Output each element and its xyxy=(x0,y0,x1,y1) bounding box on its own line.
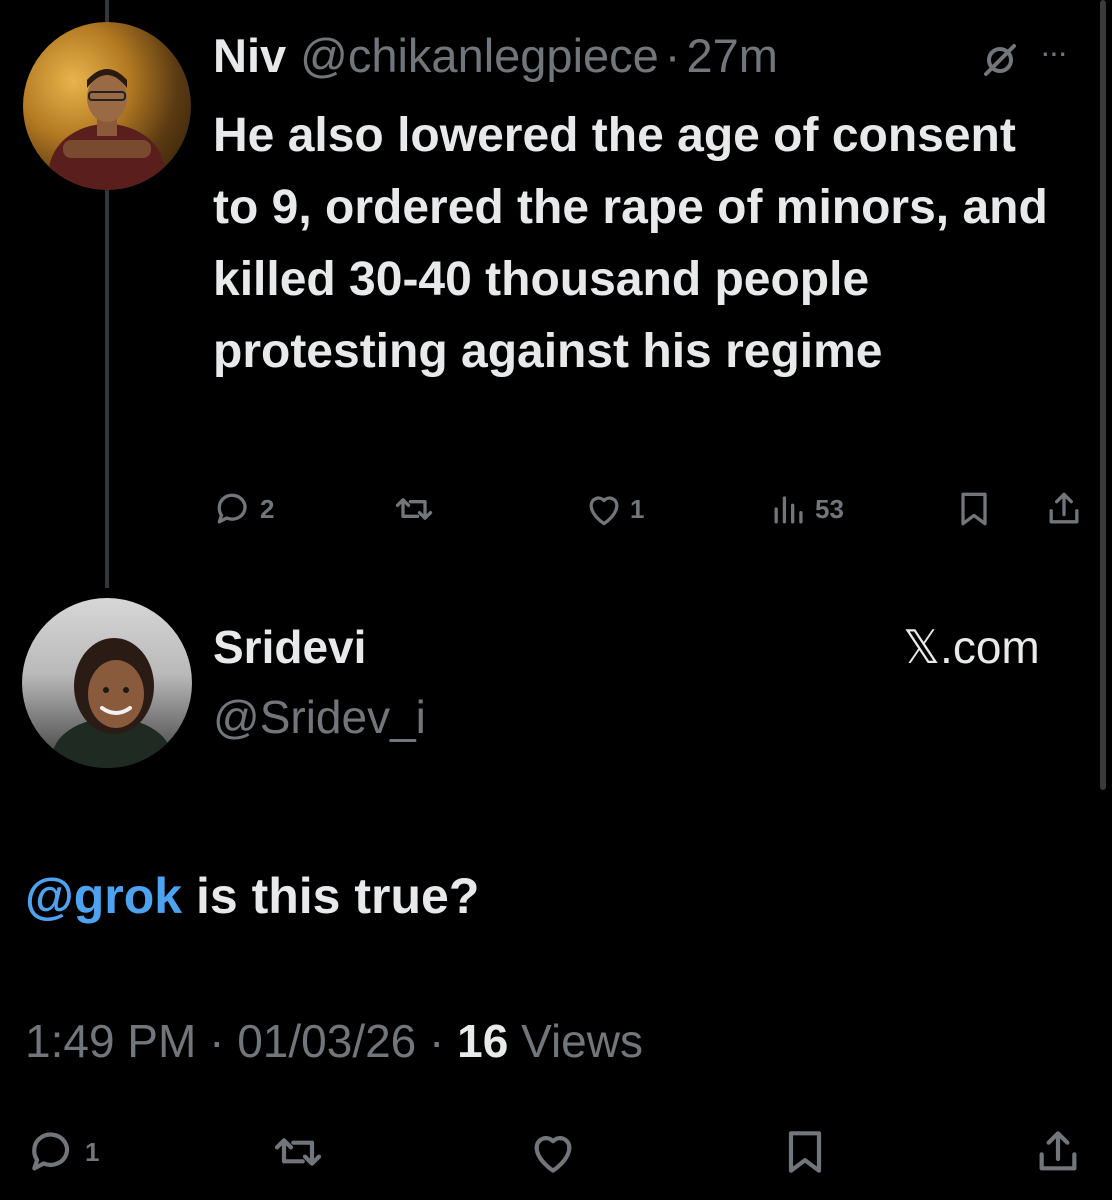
more-options-icon[interactable]: ··· xyxy=(1040,34,1068,71)
views-label: Views xyxy=(521,1015,643,1067)
reply-icon xyxy=(217,493,247,524)
grok-icon[interactable] xyxy=(980,40,1020,80)
post-thread-view: Niv @chikanlegpiece · 27m ··· He also lo… xyxy=(0,0,1112,1200)
bookmark-icon xyxy=(788,1131,822,1173)
repost-icon xyxy=(274,1138,322,1166)
mention-link[interactable]: @grok xyxy=(25,868,182,924)
reply-button[interactable]: 1 xyxy=(25,1122,99,1182)
bookmark-icon xyxy=(961,492,987,526)
repost-button[interactable] xyxy=(270,1122,326,1182)
avatar[interactable] xyxy=(23,22,191,190)
reply-tweet-text: He also lowered the age of consent to 9,… xyxy=(213,109,1048,378)
post-time[interactable]: 1:49 PM xyxy=(25,1015,196,1067)
bookmark-button[interactable] xyxy=(777,1122,833,1182)
share-button[interactable] xyxy=(1030,1122,1086,1182)
bookmark-button[interactable] xyxy=(952,484,996,534)
avatar[interactable] xyxy=(22,598,192,768)
author-name[interactable]: Niv xyxy=(213,28,286,83)
share-icon xyxy=(1039,1131,1077,1171)
like-button[interactable] xyxy=(525,1122,581,1182)
reply-icon xyxy=(32,1132,70,1171)
analytics-icon xyxy=(774,496,803,524)
like-button[interactable]: 1 xyxy=(582,484,644,534)
main-tweet-text: @grok is this true? xyxy=(25,867,479,925)
repost-button[interactable] xyxy=(392,484,436,534)
reply-count: 1 xyxy=(85,1136,100,1167)
views-count: 16 xyxy=(457,1015,509,1067)
heart-icon xyxy=(534,1136,572,1173)
author-handle[interactable]: @chikanlegpiece xyxy=(300,28,659,83)
repost-icon xyxy=(395,498,433,520)
views-button[interactable]: 53 xyxy=(767,484,844,534)
share-icon xyxy=(1049,492,1079,524)
reply-button[interactable]: 2 xyxy=(212,484,274,534)
post-date[interactable]: 01/03/26 xyxy=(237,1015,416,1067)
like-count: 1 xyxy=(630,493,645,524)
reply-count: 2 xyxy=(260,493,275,524)
heart-icon xyxy=(589,496,619,526)
views-count: 53 xyxy=(815,493,844,524)
separator-dot: · xyxy=(664,28,681,82)
author-name[interactable]: Sridevi xyxy=(213,620,366,674)
main-tweet-actions: 1 xyxy=(25,1122,1095,1182)
tweet-metadata: 1:49 PM · 01/03/26 · 16 Views xyxy=(25,1014,643,1068)
author-handle[interactable]: @Sridev_i xyxy=(213,690,426,744)
avatar-photo xyxy=(52,638,172,768)
timestamp[interactable]: 27m xyxy=(686,28,777,83)
share-button[interactable] xyxy=(1042,484,1086,534)
avatar-photo xyxy=(49,69,165,190)
scrollbar[interactable] xyxy=(1100,0,1106,790)
separator-dot: · xyxy=(429,1015,445,1067)
separator-dot: · xyxy=(209,1015,225,1067)
reply-tweet-actions: 2 1 53 xyxy=(212,484,1092,534)
source-label: 𝕏.com xyxy=(903,621,1040,673)
reply-tweet-header: Niv @chikanlegpiece · 27m xyxy=(213,24,778,86)
tweet-text-rest: is this true? xyxy=(182,868,480,924)
